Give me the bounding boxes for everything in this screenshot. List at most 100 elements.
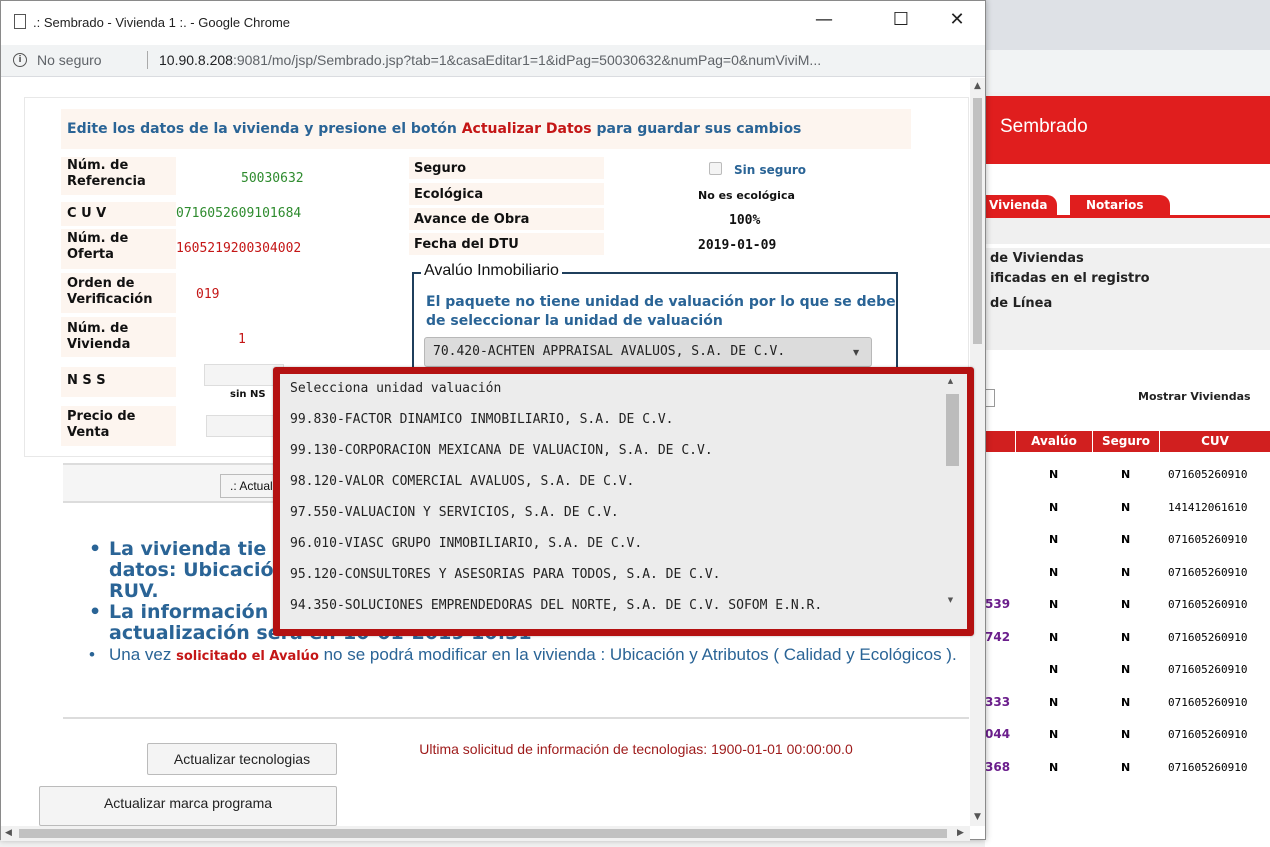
row-seguro: N	[1121, 468, 1131, 481]
row-number: 742	[985, 629, 1011, 644]
title-bar[interactable]: .: Sembrado - Vivienda 1 :. - Google Chr…	[1, 1, 985, 45]
table-row[interactable]: N N 141412061610	[985, 493, 1270, 522]
tecnologias-status: Ultima solicitud de información de tecno…	[419, 741, 853, 757]
url-path: :9081/mo/jsp/Sembrado.jsp?tab=1&casaEdit…	[232, 52, 822, 68]
table-row[interactable]: 044 N N 071605260910	[985, 720, 1270, 749]
table-row[interactable]: 539 N N 071605260910	[985, 590, 1270, 619]
scroll-up-icon[interactable]: ▲	[942, 377, 959, 385]
table-row[interactable]: N N 071605260910	[985, 558, 1270, 587]
actualizar-tecnologias-button[interactable]: Actualizar tecnologias	[147, 743, 337, 775]
cuv-label: C U V	[67, 206, 107, 221]
row-cuv: 071605260910	[1168, 663, 1248, 676]
row-avaluo: N	[1049, 598, 1059, 611]
actualizar-marca-button[interactable]: Actualizar marca programa	[39, 786, 337, 826]
avance-label: Avance de Obra	[414, 212, 530, 227]
row-number: 368	[985, 759, 1011, 774]
num-oferta-value: 1605219200304002	[176, 241, 302, 256]
minimize-button[interactable]: —	[804, 9, 844, 37]
horizontal-scrollbar[interactable]: ◀ ▶	[1, 826, 970, 841]
dropdown-scrollbar[interactable]: ▲ ▼	[942, 374, 959, 614]
window-title: .: Sembrado - Vivienda 1 :. - Google Chr…	[33, 15, 290, 30]
orden-label: Orden de Verificación	[67, 276, 153, 307]
row-seguro: N	[1121, 565, 1131, 579]
row-avaluo: N	[1049, 500, 1059, 514]
dropdown-option[interactable]: 94.350-SOLUCIONES EMPRENDEDORAS DEL NORT…	[290, 598, 822, 613]
close-button[interactable]: ✕	[937, 9, 977, 37]
tab-notarios[interactable]: Notarios	[1070, 195, 1170, 215]
dropdown-option[interactable]: 95.120-CONSULTORES Y ASESORIAS PARA TODO…	[290, 567, 720, 582]
instruction-pre: Edite los datos de la vivienda y presion…	[67, 121, 462, 137]
row-avaluo: N	[1049, 468, 1059, 481]
vertical-scroll-thumb[interactable]	[973, 98, 982, 344]
dropdown-option[interactable]: Selecciona unidad valuación	[290, 381, 501, 396]
row-avaluo: N	[1049, 728, 1059, 741]
dropdown-option[interactable]: 98.120-VALOR COMERCIAL AVALUOS, S.A. DE …	[290, 474, 634, 489]
row-cuv: 071605260910	[1168, 533, 1248, 546]
row-number: 044	[985, 727, 1011, 741]
url-text[interactable]: 10.90.8.208:9081/mo/jsp/Sembrado.jsp?tab…	[159, 52, 821, 68]
row-avaluo: N	[1049, 565, 1059, 579]
tab-vivienda[interactable]: Vivienda	[975, 195, 1057, 215]
scroll-up-icon[interactable]: ▲	[970, 81, 985, 91]
maximize-button[interactable]: ☐	[881, 9, 921, 37]
table-header-blank	[985, 431, 1015, 452]
row-seguro: N	[1121, 533, 1131, 546]
row-seguro: N	[1121, 728, 1131, 741]
row-seguro: N	[1121, 695, 1131, 709]
dropdown-option[interactable]: 99.130-CORPORACION MEXICANA DE VALUACION…	[290, 443, 713, 458]
num-vivienda-value: 1	[238, 332, 246, 347]
table-row[interactable]: 333 N N 071605260910	[985, 688, 1270, 717]
table-row[interactable]: N N 071605260910	[985, 460, 1270, 489]
scroll-down-icon[interactable]: ▼	[942, 596, 959, 604]
table-row[interactable]: 368 N N 071605260910	[985, 753, 1270, 782]
security-indicator[interactable]: No seguro	[37, 52, 102, 68]
sin-seguro-checkbox[interactable]	[709, 162, 722, 175]
row-seguro: N	[1121, 500, 1131, 514]
note-text: Una vez	[109, 645, 177, 664]
table-row[interactable]: N N 071605260910	[985, 525, 1270, 554]
seguro-label: Seguro	[414, 161, 467, 176]
row-cuv: 071605260910	[1168, 695, 1248, 709]
avaluo-legend: Avalúo Inmobiliario	[421, 262, 562, 280]
mostrar-viviendas-label: Mostrar Viviendas	[1138, 390, 1251, 403]
sin-nss-text: sin NS	[230, 389, 266, 400]
dropdown-option[interactable]: 97.550-VALUACION Y SERVICIOS, S.A. DE C.…	[290, 505, 619, 520]
scroll-down-icon[interactable]: ▼	[970, 812, 985, 822]
row-cuv: 071605260910	[1168, 565, 1248, 579]
background-bar	[985, 218, 1270, 244]
note-text: no se podrá modificar en la vivienda : U…	[318, 645, 957, 664]
avance-value: 100%	[729, 213, 761, 228]
note-item: Una vez solicitado el Avalúo no se podrá…	[89, 644, 959, 666]
row-avaluo: N	[1049, 695, 1059, 709]
table-header-avaluo: Avalúo	[1016, 431, 1092, 452]
table-row[interactable]: 742 N N 071605260910	[985, 623, 1270, 652]
scroll-left-icon[interactable]: ◀	[1, 828, 16, 838]
background-bar	[985, 320, 1270, 350]
dropdown-option[interactable]: 96.010-VIASC GRUPO INMOBILIARIO, S.A. DE…	[290, 536, 642, 551]
dropdown-option[interactable]: 99.830-FACTOR DINAMICO INMOBILIARIO, S.A…	[290, 412, 674, 427]
row-seguro: N	[1121, 598, 1131, 611]
address-bar[interactable]: i No seguro 10.90.8.208:9081/mo/jsp/Semb…	[1, 45, 985, 77]
nss-input[interactable]	[204, 364, 284, 386]
scroll-right-icon[interactable]: ▶	[953, 828, 968, 838]
page-icon	[14, 14, 26, 29]
table-row[interactable]: N N 071605260910	[985, 655, 1270, 684]
dropdown-scroll-thumb[interactable]	[946, 394, 959, 466]
unidad-valuacion-dropdown-list[interactable]: Selecciona unidad valuación 99.830-FACTOR…	[280, 374, 967, 629]
num-vivienda-label: Núm. de Vivienda	[67, 321, 131, 352]
instruction-action: Actualizar Datos	[461, 121, 592, 137]
precio-input[interactable]	[206, 415, 281, 437]
unidad-valuacion-select[interactable]: 70.420-ACHTEN APPRAISAL AVALUOS, S.A. DE…	[424, 337, 872, 367]
orden-value: 019	[196, 287, 220, 302]
chevron-down-icon[interactable]: ▼	[853, 348, 859, 357]
divider	[63, 717, 969, 719]
background-line: de Línea	[990, 296, 1053, 311]
horizontal-scroll-thumb[interactable]	[19, 829, 947, 838]
num-referencia-label: Núm. de Referencia	[67, 158, 146, 189]
info-icon[interactable]: i	[13, 53, 27, 67]
precio-label: Precio de Venta	[67, 409, 136, 440]
num-referencia-value: 50030632	[241, 171, 304, 186]
table-header-cuv: CUV	[1160, 431, 1270, 452]
row-cuv: 071605260910	[1168, 598, 1248, 611]
background-checkbox[interactable]	[985, 389, 995, 407]
